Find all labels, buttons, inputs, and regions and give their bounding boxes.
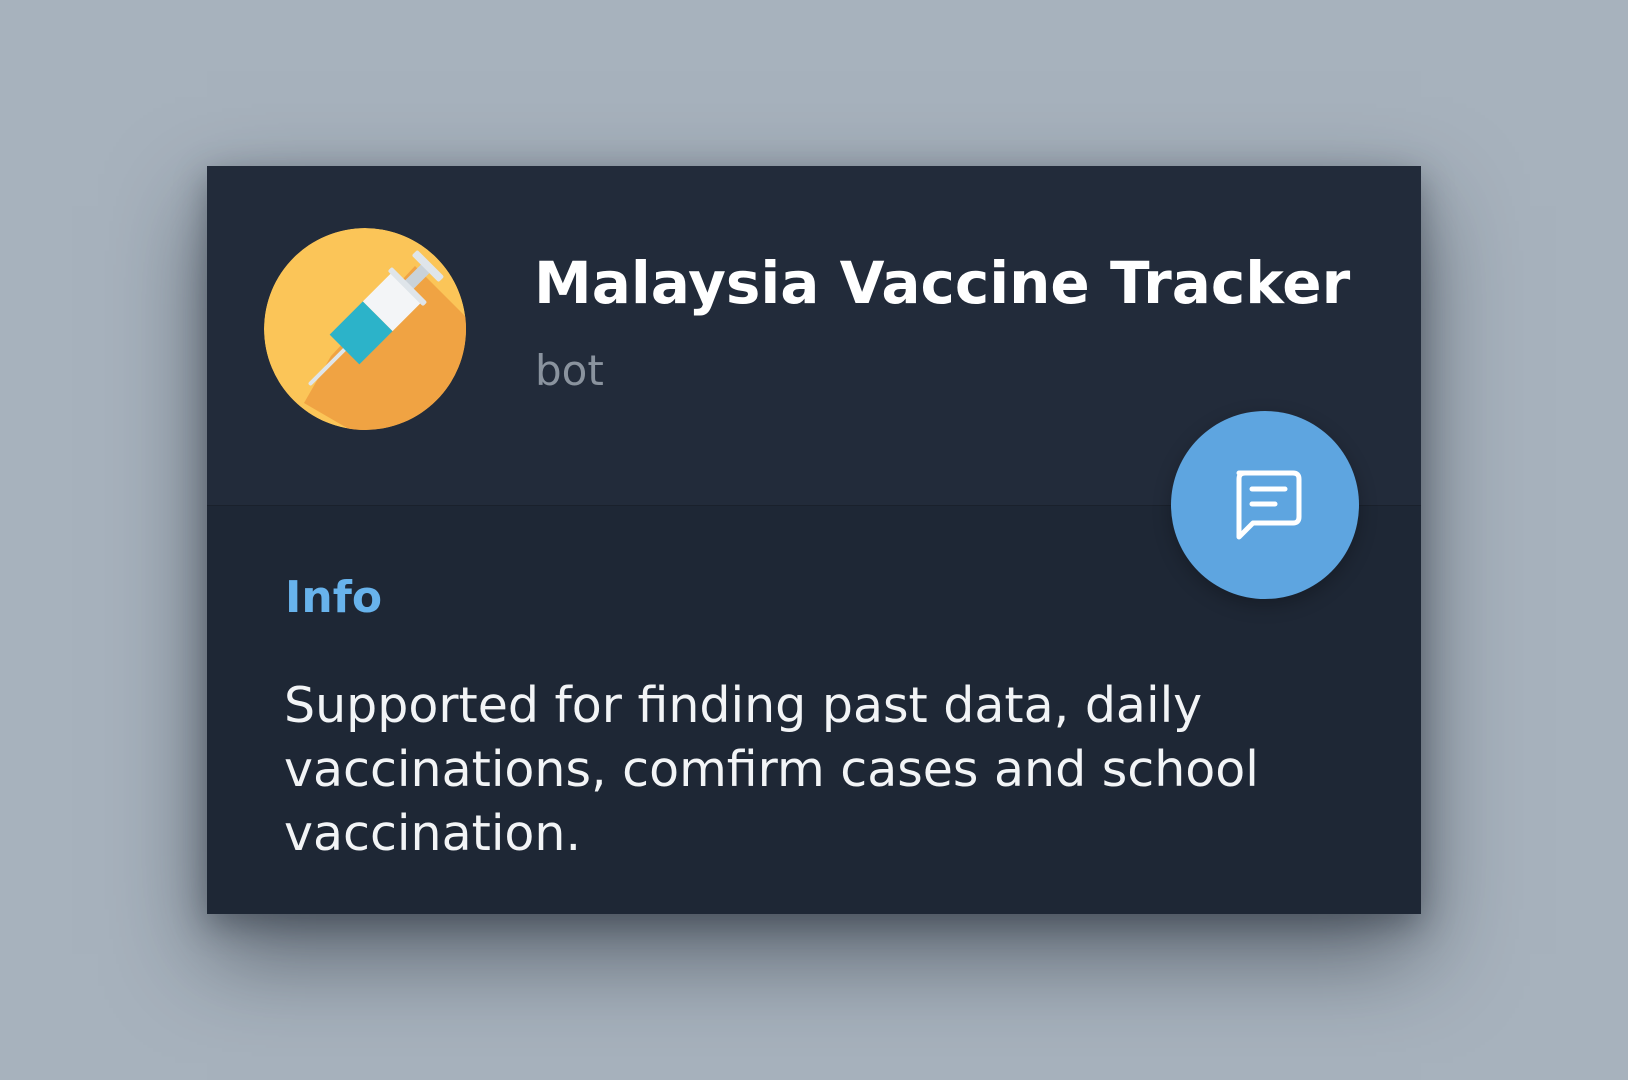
avatar[interactable] [264,228,466,430]
profile-type: bot [535,346,604,395]
profile-card: Malaysia Vaccine Tracker bot Info Suppor… [207,166,1421,914]
chat-bubble-icon [1236,470,1302,540]
info-section-label: Info [285,572,383,623]
profile-name: Malaysia Vaccine Tracker [534,249,1351,317]
syringe-icon [264,228,466,430]
bio-text: Supported for finding past data, daily v… [284,677,1259,862]
message-button[interactable] [1171,411,1359,599]
